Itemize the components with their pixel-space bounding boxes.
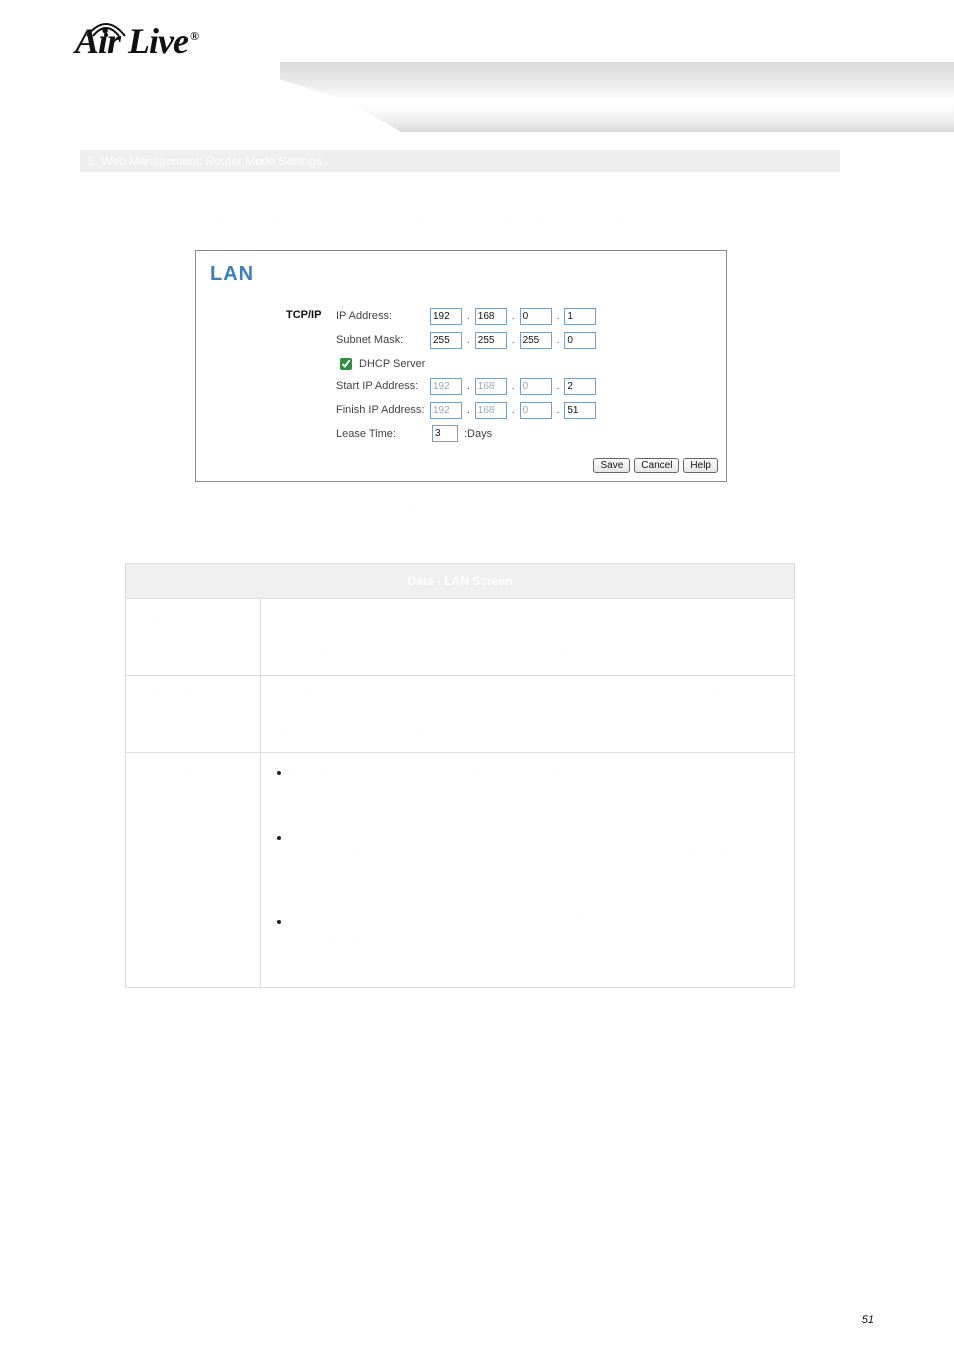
ip-address-label: IP Address: (336, 310, 426, 322)
ip-octet-4[interactable] (564, 308, 596, 325)
ip-octet-3[interactable] (520, 308, 552, 325)
footer-left-text: AirLive N450R User's Manual (80, 1314, 224, 1326)
lease-time-input[interactable] (432, 425, 458, 442)
section-intro: Use the LAN link on the main menu to rea… (88, 215, 828, 230)
header-banner (280, 62, 954, 132)
section-title: LAN (138, 188, 171, 206)
lan-button-row: Save Cancel Help (593, 458, 718, 473)
bullet-text: If Enabled, the Wireless Router will all… (291, 765, 761, 798)
brand-logo: Air Live® (75, 20, 198, 62)
row-value: If Enabled, the Wireless Router will all… (261, 752, 795, 988)
lan-config-panel: LAN TCP/IP IP Address: . . . Subnet Mask… (195, 250, 727, 482)
start-ip-label: Start IP Address: (336, 380, 426, 392)
finish-ip-octet-4[interactable] (564, 402, 596, 419)
subnet-mask-label: Subnet Mask: (336, 334, 426, 346)
ip-octet-2[interactable] (475, 308, 507, 325)
table-row: IP Address IP address for the Wireless R… (126, 599, 795, 676)
finish-ip-octet-1 (430, 402, 462, 419)
start-ip-octet-3 (520, 378, 552, 395)
start-ip-octet-4[interactable] (564, 378, 596, 395)
row-key: DHCP Server (126, 752, 261, 988)
bullet-text: The Start IP Address and Finish IP Addre… (291, 914, 769, 965)
finish-ip-octet-2 (475, 402, 507, 419)
row-value: IP address for the Wireless Router, as s… (261, 599, 795, 676)
dhcp-server-row: DHCP Server (336, 355, 425, 373)
ip-address-row: IP Address: . . . (336, 307, 596, 325)
start-ip-octet-1 (430, 378, 462, 395)
dhcp-server-checkbox[interactable] (340, 358, 352, 370)
lease-time-label: Lease Time: (336, 428, 426, 440)
document-page: Air Live® 5. Web Management: Router Mode… (0, 0, 954, 1350)
lan-panel-title: LAN (210, 263, 254, 286)
section-number: 5.1.5 (88, 185, 132, 208)
chapter-stripe: 5. Web Management: Router Mode Settings (80, 150, 840, 172)
table-header: Data - LAN Screen (126, 564, 795, 599)
row-key: IP Address (126, 599, 261, 676)
subnet-mask-row: Subnet Mask: . . . (336, 331, 596, 349)
registered-icon: ® (190, 29, 198, 43)
dhcp-server-label: DHCP Server (359, 358, 425, 370)
finish-ip-row: Finish IP Address: . . . (336, 401, 596, 419)
mask-octet-2[interactable] (475, 332, 507, 349)
table-row: DHCP Server If Enabled, the Wireless Rou… (126, 752, 795, 988)
table-row: Subnet Mask The default value 255.255.25… (126, 675, 795, 752)
lease-time-unit: :Days (464, 428, 492, 440)
dhcp-bullets: If Enabled, the Wireless Router will all… (273, 763, 782, 968)
mask-octet-4[interactable] (564, 332, 596, 349)
figure-caption: Figure: LAN Screen (400, 500, 505, 514)
save-button[interactable]: Save (593, 458, 630, 473)
wifi-arc-icon (83, 18, 129, 43)
cancel-button[interactable]: Cancel (634, 458, 679, 473)
chapter-stripe-text: 5. Web Management: Router Mode Settings (80, 154, 322, 168)
page-number: 51 (862, 1314, 874, 1326)
start-ip-row: Start IP Address: . . . (336, 377, 596, 395)
row-key: Subnet Mask (126, 675, 261, 752)
finish-ip-label: Finish IP Address: (336, 404, 426, 416)
lease-time-row: Lease Time: :Days (336, 425, 492, 442)
start-ip-octet-2 (475, 378, 507, 395)
ip-octet-1[interactable] (430, 308, 462, 325)
row-value: The default value 255.255.255.0 is stand… (261, 675, 795, 752)
help-button[interactable]: Help (683, 458, 718, 473)
mask-octet-3[interactable] (520, 332, 552, 349)
lan-data-table: Data - LAN Screen IP Address IP address … (125, 563, 795, 988)
finish-ip-octet-3 (520, 402, 552, 419)
tcpip-label: TCP/IP (286, 309, 321, 321)
mask-octet-1[interactable] (430, 332, 462, 349)
bullet-text: If you are already using a DHCP Server, … (291, 830, 759, 881)
